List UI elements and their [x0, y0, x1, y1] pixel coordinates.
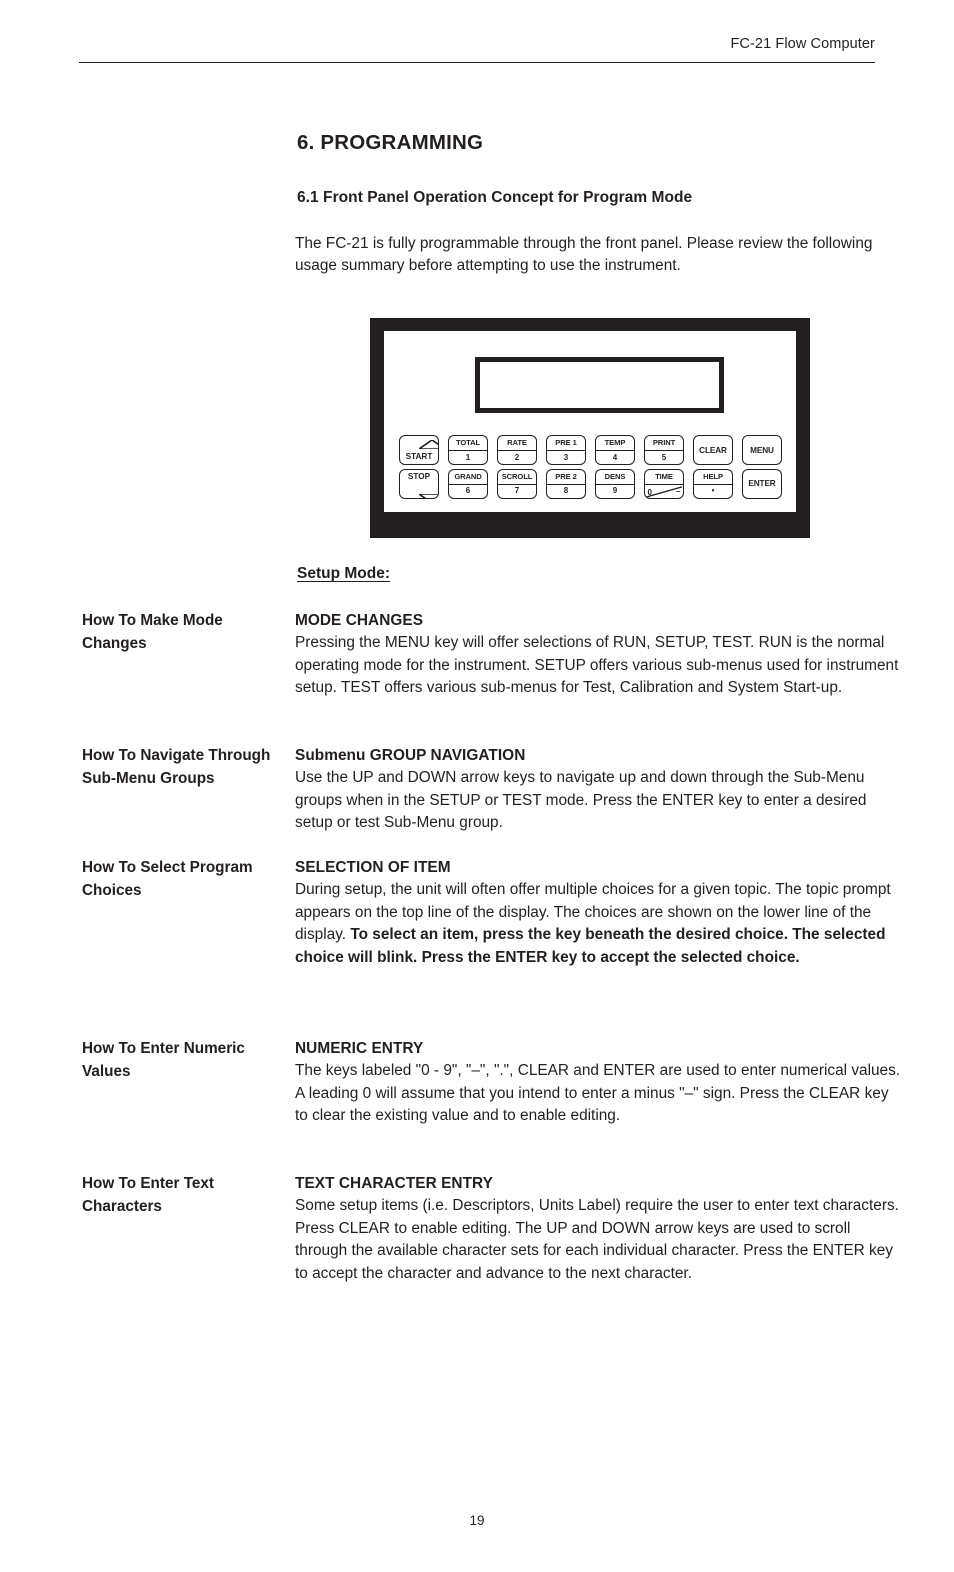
- key-sublabel: 2: [514, 452, 520, 462]
- key-label: RATE: [498, 436, 536, 451]
- key-label: DENS: [596, 470, 634, 485]
- key-label: GRAND: [449, 470, 487, 485]
- key-scroll[interactable]: SCROLL 7: [497, 468, 537, 499]
- key-clear[interactable]: CLEAR: [693, 435, 733, 465]
- key-temp[interactable]: TEMP 4: [595, 435, 635, 465]
- key-label: MENU: [750, 445, 774, 455]
- key-total[interactable]: TOTAL 1: [448, 435, 488, 465]
- page-header: FC-21 Flow Computer: [79, 36, 875, 66]
- section-body: SELECTION OF ITEM During setup, the unit…: [295, 857, 903, 969]
- section-body-heading: MODE CHANGES: [295, 612, 424, 629]
- section-body-text: Some setup items (i.e. Descriptors, Unit…: [295, 1197, 899, 1282]
- setup-mode-heading: Setup Mode:: [297, 565, 390, 582]
- key-label: PRE 1: [547, 436, 585, 451]
- key-sublabel-row: 0–: [645, 485, 683, 498]
- key-time[interactable]: TIME 0–: [644, 468, 684, 499]
- key-dens[interactable]: DENS 9: [595, 468, 635, 499]
- document-page: FC-21 Flow Computer 6. PROGRAMMING 6.1 F…: [0, 0, 954, 1572]
- page-number: 19: [469, 1513, 485, 1528]
- section-body-text: Pressing the MENU key will offer selecti…: [295, 634, 899, 697]
- panel-face: START TOTAL 1 RATE 2 PRE 1 3 TEMP 4 PRINT 5 CLEAR ME…: [384, 331, 796, 512]
- intro-paragraph: The FC-21 is fully programmable through …: [295, 235, 873, 275]
- key-label: HELP: [694, 470, 732, 485]
- front-panel-figure: START TOTAL 1 RATE 2 PRE 1 3 TEMP 4 PRINT 5 CLEAR ME…: [370, 318, 810, 538]
- key-print[interactable]: PRINT 5: [644, 435, 684, 465]
- key-sublabel: •: [711, 486, 715, 495]
- section-body-heading: TEXT CHARACTER ENTRY: [295, 1175, 493, 1192]
- key-enter[interactable]: ENTER: [742, 468, 782, 499]
- side-label: How To Enter Numeric Values: [82, 1040, 245, 1080]
- keypad: START TOTAL 1 RATE 2 PRE 1 3 TEMP 4 PRINT 5 CLEAR ME…: [399, 435, 782, 502]
- key-label: START: [405, 451, 433, 461]
- section-body-heading: NUMERIC ENTRY: [295, 1040, 424, 1057]
- section-body-text: The keys labeled "0 - 9", "–", ".", CLEA…: [295, 1062, 901, 1125]
- side-label: How To Make Mode Changes: [82, 612, 223, 652]
- key-pre-1[interactable]: PRE 13: [546, 435, 586, 465]
- key-sublabel: 6: [465, 486, 471, 495]
- key-sublabel-minus: –: [676, 487, 681, 496]
- header-title: FC-21 Flow Computer: [730, 36, 875, 52]
- section-body-bold-text: To select an item, press the key beneath…: [295, 926, 886, 966]
- section-body: MODE CHANGES Pressing the MENU key will …: [295, 610, 903, 700]
- section-body: TEXT CHARACTER ENTRY Some setup items (i…: [295, 1173, 903, 1285]
- keypad-row-2: STOP GRAND 6 SCROLL 7 PRE 2 8 DENS 9 TIME 0– HELP • E…: [399, 468, 782, 499]
- side-label: How To Select Program Choices: [82, 859, 253, 899]
- section-body-heading: SELECTION OF ITEM: [295, 859, 451, 876]
- key-label: STOP: [407, 471, 431, 481]
- key-grand[interactable]: GRAND 6: [448, 468, 488, 499]
- section-body: NUMERIC ENTRY The keys labeled "0 - 9", …: [295, 1038, 903, 1128]
- chapter-heading: 6. PROGRAMMING: [297, 131, 484, 154]
- key-label: CLEAR: [699, 445, 727, 455]
- key-sublabel-zero: 0: [647, 488, 652, 497]
- key-sublabel: 3: [563, 452, 569, 462]
- section-body-text: Use the UP and DOWN arrow keys to naviga…: [295, 769, 867, 832]
- lcd-display: [475, 357, 724, 413]
- side-label: How To Enter Text Characters: [82, 1175, 215, 1215]
- section-heading: 6.1 Front Panel Operation Concept for Pr…: [297, 189, 693, 206]
- side-label: How To Navigate Through Sub-Menu Groups: [82, 747, 271, 787]
- key-label: PRINT: [645, 436, 683, 451]
- section-body-heading: Submenu GROUP NAVIGATION: [295, 747, 526, 764]
- key-sublabel: 4: [612, 452, 618, 462]
- key-rate[interactable]: RATE 2: [497, 435, 537, 465]
- key-sublabel: 7: [514, 486, 520, 495]
- key-label: TIME: [645, 470, 683, 485]
- key-sublabel: 1: [465, 452, 471, 462]
- key-start[interactable]: START: [399, 435, 439, 465]
- key-sublabel: 9: [612, 486, 618, 495]
- key-label: TOTAL: [449, 436, 487, 451]
- key-sublabel: 5: [661, 452, 667, 462]
- section-body: Submenu GROUP NAVIGATION Use the UP and …: [295, 745, 903, 835]
- key-stop[interactable]: STOP: [399, 468, 439, 499]
- key-label: PRE 2: [547, 470, 585, 485]
- header-rule: [79, 62, 875, 63]
- key-pre-2[interactable]: PRE 28: [546, 468, 586, 499]
- key-label: ENTER: [748, 479, 776, 488]
- key-label: SCROLL: [498, 470, 536, 485]
- keypad-row-1: START TOTAL 1 RATE 2 PRE 1 3 TEMP 4 PRINT 5 CLEAR ME…: [399, 435, 782, 465]
- key-label: TEMP: [596, 436, 634, 451]
- key-menu[interactable]: MENU: [742, 435, 782, 465]
- key-help[interactable]: HELP •: [693, 468, 733, 499]
- key-sublabel: 8: [563, 486, 569, 495]
